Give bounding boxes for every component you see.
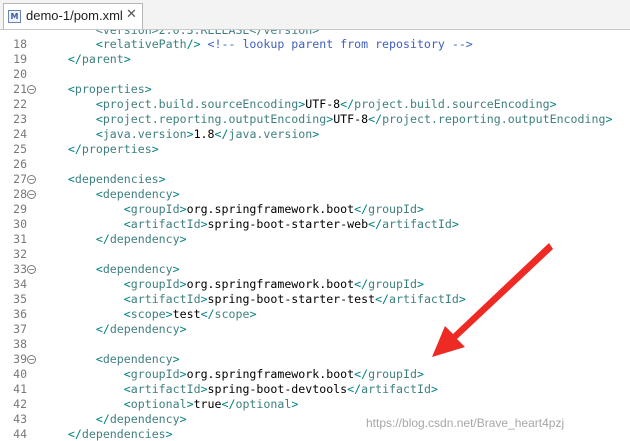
watermark: https://blog.csdn.net/Brave_heart4pzj: [366, 416, 565, 430]
red-arrow-annotation: [432, 243, 553, 357]
red-arrow-shape: [432, 243, 553, 357]
